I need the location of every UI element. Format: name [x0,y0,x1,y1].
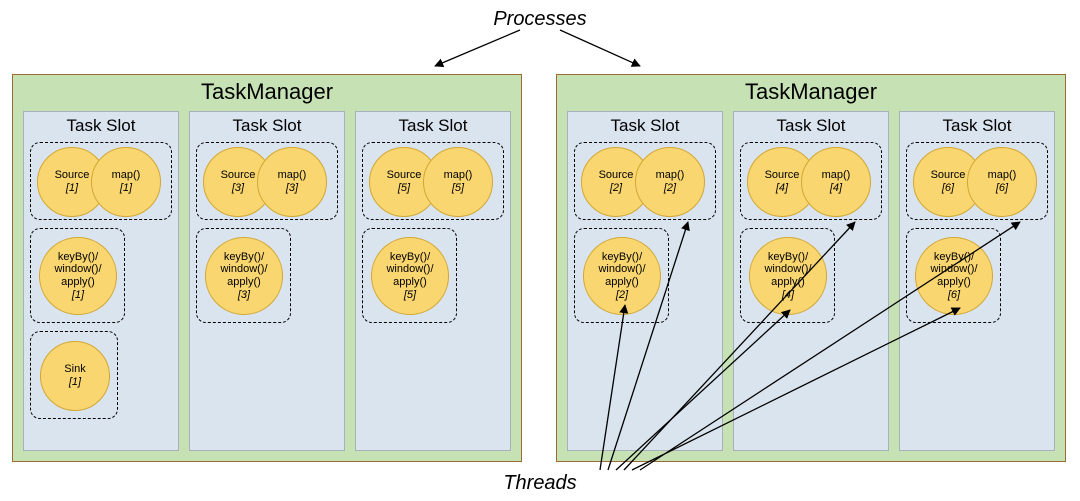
op-label: map() [656,169,685,182]
tm2-slot-3: Task Slot Source [6] map() [6] keyBy()/ … [899,111,1055,451]
op-label: keyBy()/ window()/ apply() [386,251,433,289]
keyby-circle: keyBy()/ window()/ apply() [6] [915,237,993,315]
op-label: keyBy()/ window()/ apply() [54,251,101,289]
thread-keyby-5: keyBy()/ window()/ apply() [5] [362,228,457,323]
sink-circle: Sink [1] [40,341,110,411]
op-index: [1] [69,376,81,389]
map-circle: map() [3] [257,147,327,217]
thread-source-map-4: Source [4] map() [4] [740,142,882,220]
task-manager-1: TaskManager Task Slot Source [1] map() [… [12,74,522,462]
op-index: [1] [66,182,78,195]
keyby-circle: keyBy()/ window()/ apply() [5] [371,237,449,315]
map-circle: map() [5] [423,147,493,217]
map-circle: map() [1] [91,147,161,217]
op-label: Sink [64,363,85,376]
op-index: [5] [404,289,416,302]
op-label: Source [931,169,966,182]
op-label: Source [765,169,800,182]
op-label: keyBy()/ window()/ apply() [598,251,645,289]
map-circle: map() [6] [967,147,1037,217]
op-index: [5] [452,182,464,195]
op-index: [6] [942,182,954,195]
op-label: Source [221,169,256,182]
op-index: [4] [776,182,788,195]
tm1-slot-1: Task Slot Source [1] map() [1] keyBy()/ … [23,111,179,451]
slot-title: Task Slot [574,116,716,136]
op-label: keyBy()/ window()/ apply() [764,251,811,289]
slot-title: Task Slot [196,116,338,136]
tm2-slot-2: Task Slot Source [4] map() [4] keyBy()/ … [733,111,889,451]
keyby-circle: keyBy()/ window()/ apply() [4] [749,237,827,315]
tm2-slot-1: Task Slot Source [2] map() [2] keyBy()/ … [567,111,723,451]
op-index: [2] [610,182,622,195]
op-index: [3] [238,289,250,302]
task-manager-2: TaskManager Task Slot Source [2] map() [… [556,74,1066,462]
slot-title: Task Slot [740,116,882,136]
map-circle: map() [2] [635,147,705,217]
op-index: [5] [398,182,410,195]
op-index: [1] [120,182,132,195]
op-label: map() [822,169,851,182]
diagram-canvas: Processes TaskManager Task Slot Source [… [0,0,1080,501]
slot-title: Task Slot [30,116,172,136]
thread-source-map-5: Source [5] map() [5] [362,142,504,220]
op-index: [4] [782,289,794,302]
tm2-slots: Task Slot Source [2] map() [2] keyBy()/ … [557,111,1065,461]
op-index: [1] [72,289,84,302]
op-index: [3] [232,182,244,195]
thread-keyby-2: keyBy()/ window()/ apply() [2] [574,228,669,323]
thread-source-map-2: Source [2] map() [2] [574,142,716,220]
op-index: [3] [286,182,298,195]
thread-keyby-3: keyBy()/ window()/ apply() [3] [196,228,291,323]
op-label: map() [112,169,141,182]
op-label: Source [55,169,90,182]
op-index: [4] [830,182,842,195]
op-label: Source [599,169,634,182]
op-label: map() [278,169,307,182]
op-label: map() [988,169,1017,182]
thread-source-map-1: Source [1] map() [1] [30,142,172,220]
thread-sink-1: Sink [1] [30,331,118,419]
keyby-circle: keyBy()/ window()/ apply() [3] [205,237,283,315]
task-manager-1-title: TaskManager [13,75,521,111]
map-circle: map() [4] [801,147,871,217]
slot-title: Task Slot [906,116,1048,136]
thread-keyby-6: keyBy()/ window()/ apply() [6] [906,228,1001,323]
op-label: keyBy()/ window()/ apply() [930,251,977,289]
threads-label: Threads [0,472,1080,495]
processes-label: Processes [0,8,1080,31]
op-label: map() [444,169,473,182]
thread-source-map-6: Source [6] map() [6] [906,142,1048,220]
op-label: Source [387,169,422,182]
op-label: keyBy()/ window()/ apply() [220,251,267,289]
op-index: [6] [996,182,1008,195]
slot-title: Task Slot [362,116,504,136]
keyby-circle: keyBy()/ window()/ apply() [1] [39,237,117,315]
thread-keyby-4: keyBy()/ window()/ apply() [4] [740,228,835,323]
tm1-slots: Task Slot Source [1] map() [1] keyBy()/ … [13,111,521,461]
op-index: [2] [664,182,676,195]
thread-source-map-3: Source [3] map() [3] [196,142,338,220]
task-manager-2-title: TaskManager [557,75,1065,111]
op-index: [2] [616,289,628,302]
keyby-circle: keyBy()/ window()/ apply() [2] [583,237,661,315]
tm1-slot-2: Task Slot Source [3] map() [3] keyBy()/ … [189,111,345,451]
tm1-slot-3: Task Slot Source [5] map() [5] keyBy()/ … [355,111,511,451]
op-index: [6] [948,289,960,302]
thread-keyby-1: keyBy()/ window()/ apply() [1] [30,228,125,323]
